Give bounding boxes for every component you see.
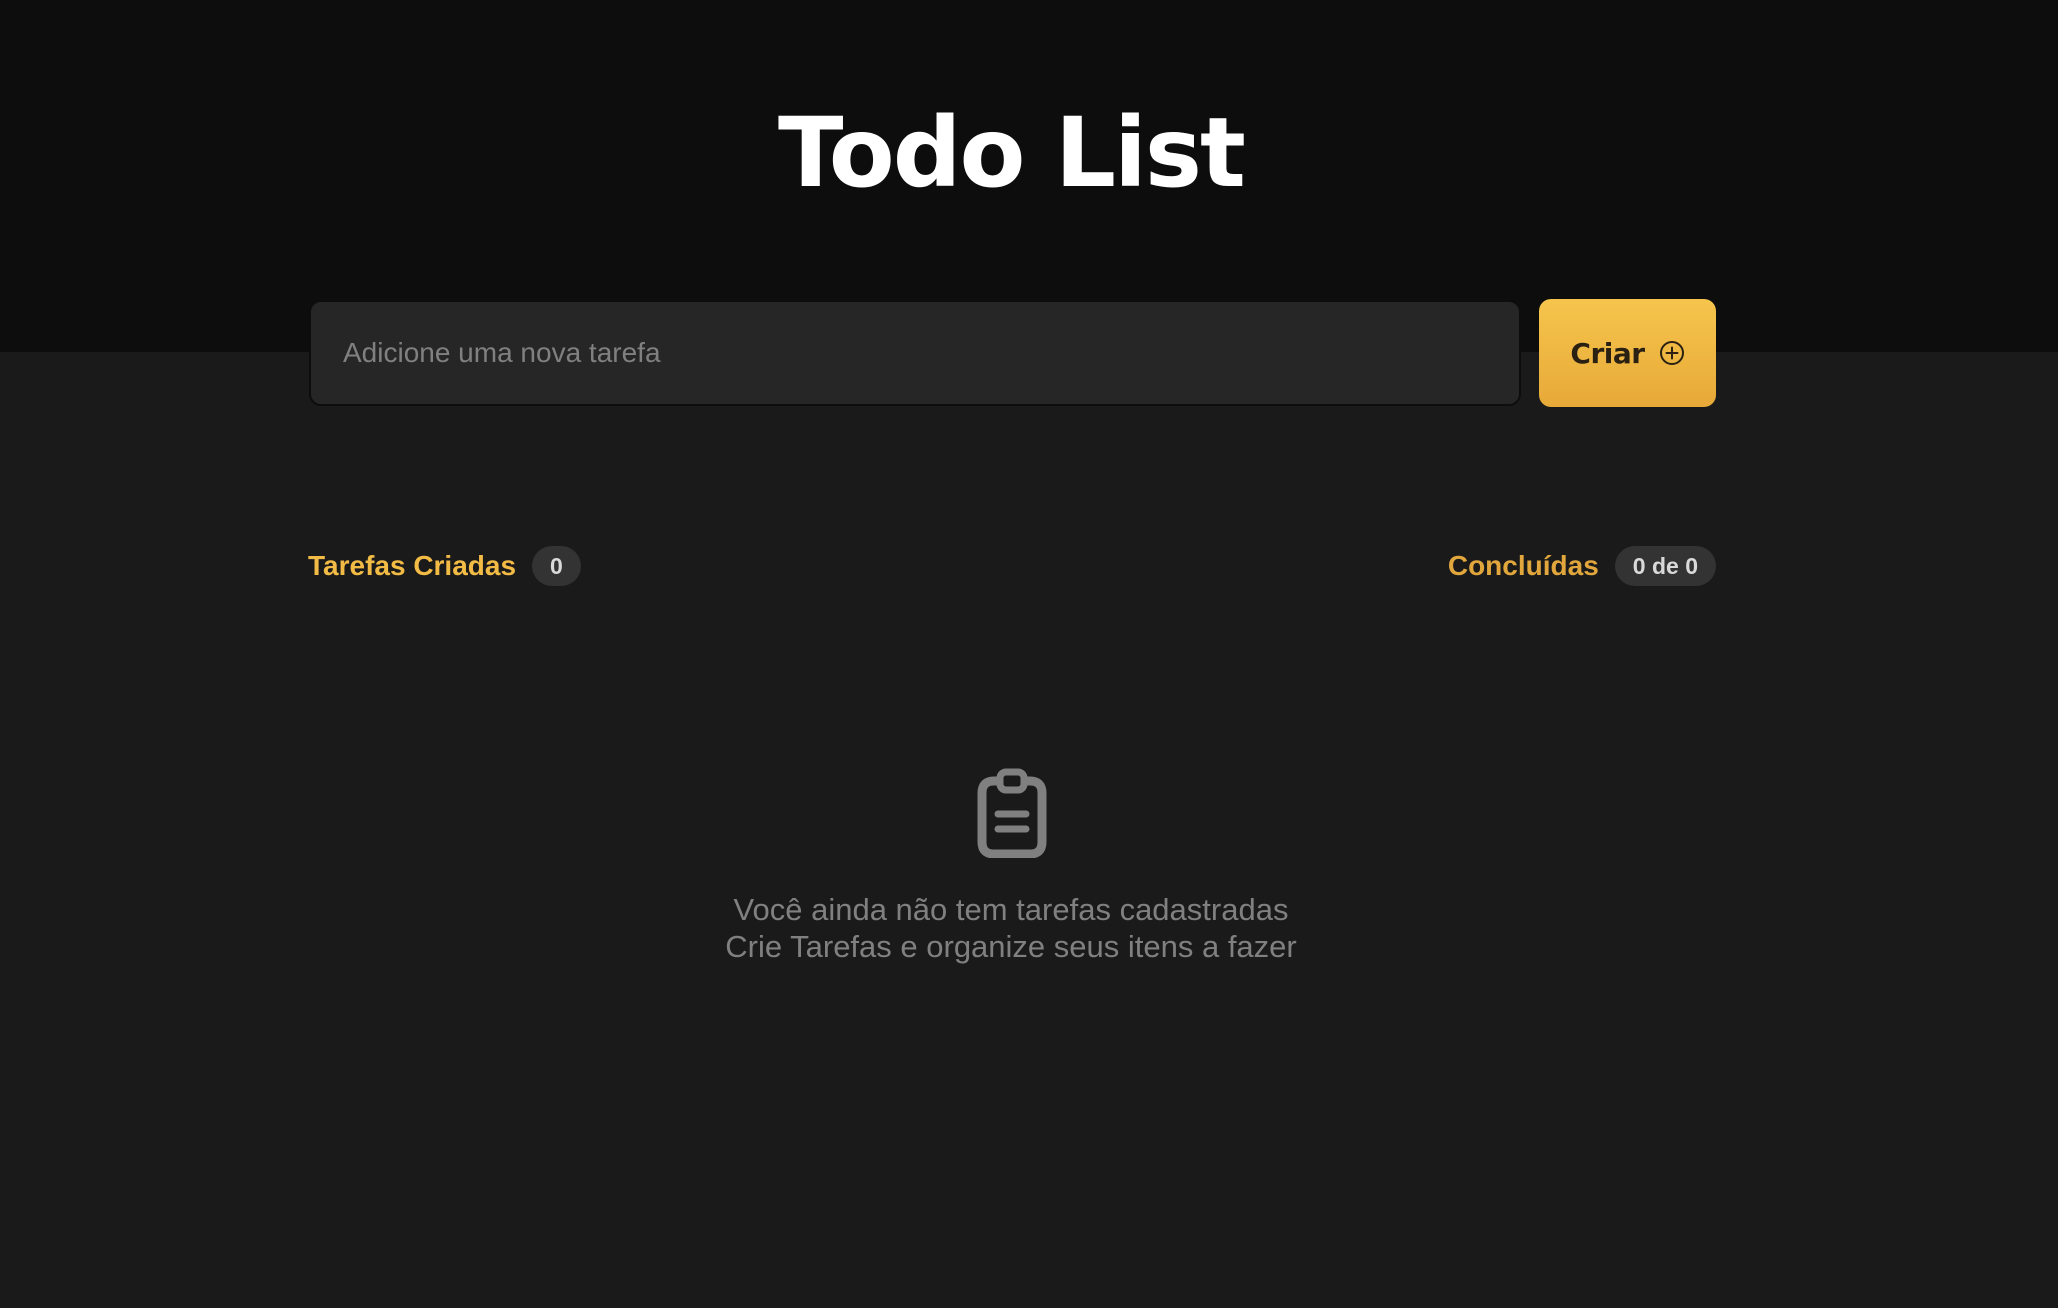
empty-state-message: Você ainda não tem tarefas cadastradas C…	[0, 891, 2022, 965]
created-tasks-label: Tarefas Criadas	[308, 550, 517, 581]
clipboard-icon	[977, 768, 1047, 858]
empty-state-line-1: Você ainda não tem tarefas cadastradas	[733, 892, 1289, 927]
create-button-label: Criar	[1570, 336, 1645, 370]
completed-tasks-counter: Concluídas 0 de 0	[1448, 546, 1716, 586]
created-tasks-counter: Tarefas Criadas 0	[308, 546, 581, 586]
completed-tasks-badge: 0 de 0	[1614, 546, 1716, 586]
create-button[interactable]: Criar	[1539, 299, 1716, 407]
plus-circle-icon	[1659, 341, 1684, 365]
new-task-input[interactable]	[309, 300, 1521, 406]
completed-tasks-label: Concluídas	[1447, 550, 1599, 581]
empty-state-line-2: Crie Tarefas e organize seus itens a faz…	[725, 929, 1297, 964]
created-tasks-badge: 0	[532, 546, 581, 586]
page-title: Todo List	[778, 97, 1246, 209]
